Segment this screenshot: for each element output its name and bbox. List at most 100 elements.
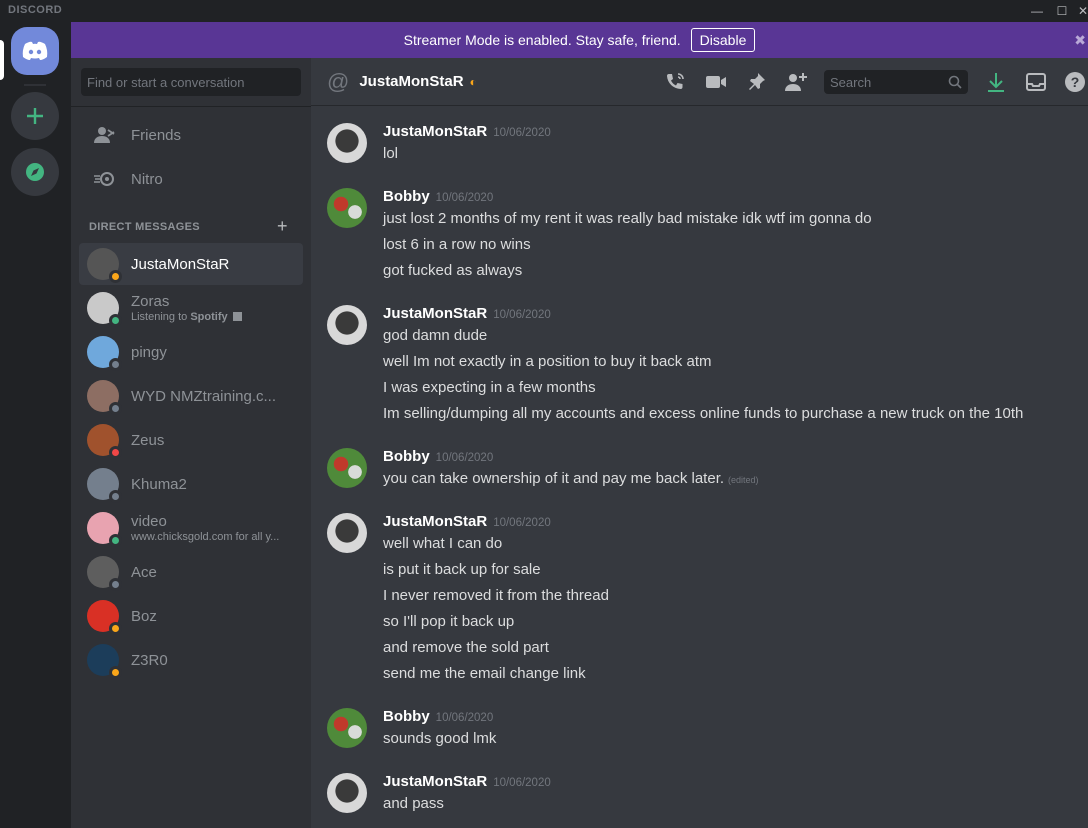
- message-header: Bobby 10/06/2020: [383, 448, 493, 466]
- message-content: just lost 2 months of my rent it was rea…: [383, 210, 872, 227]
- message-author[interactable]: JustaMonStaR: [383, 123, 487, 140]
- dm-name: video: [131, 513, 167, 530]
- message-timestamp: 10/06/2020: [493, 309, 551, 321]
- avatar: [87, 292, 122, 327]
- dm-item[interactable]: JustaMonStaR: [79, 243, 303, 285]
- message-content: you can take ownership of it and pay me …: [383, 470, 725, 487]
- message-avatar[interactable]: [327, 513, 367, 553]
- message-text: send me the email change link: [383, 665, 586, 682]
- compass-icon: [26, 163, 44, 181]
- streamer-mode-banner: Streamer Mode is enabled. Stay safe, fri…: [71, 22, 1088, 58]
- message-header: JustaMonStaR 10/06/2020: [383, 305, 551, 323]
- chat-search-placeholder: Search: [830, 75, 872, 90]
- dm-text: Khuma2: [131, 476, 187, 493]
- dm-item[interactable]: Boz: [79, 595, 303, 637]
- message-timestamp: 10/06/2020: [435, 192, 494, 204]
- message-author[interactable]: Bobby: [383, 188, 430, 205]
- avatar: [87, 380, 122, 415]
- banner-close-icon[interactable]: ✖: [1074, 32, 1086, 49]
- dm-name: Z3R0: [131, 651, 168, 669]
- create-dm-plus-icon[interactable]: +: [277, 216, 288, 237]
- message-avatar[interactable]: [327, 773, 367, 813]
- message-avatar[interactable]: [327, 188, 367, 228]
- download-icon[interactable]: [984, 70, 1008, 94]
- disable-streamer-button[interactable]: Disable: [690, 28, 756, 52]
- message-text: well Im not exactly in a position to buy…: [383, 353, 711, 370]
- status-idle-icon: [109, 270, 122, 283]
- dm-name: Ace: [131, 563, 157, 581]
- dm-item[interactable]: Khuma2: [79, 463, 303, 505]
- explore-servers-button[interactable]: [11, 148, 59, 196]
- message-author[interactable]: JustaMonStaR: [383, 773, 487, 790]
- app-wordmark: DISCORD: [8, 4, 63, 16]
- message-author[interactable]: JustaMonStaR: [383, 305, 487, 322]
- nav-nitro[interactable]: Nitro: [79, 158, 303, 200]
- status-dnd-icon: [109, 446, 122, 459]
- dm-item[interactable]: WYD NMZtraining.c...: [79, 375, 303, 417]
- dm-text: Zeus: [131, 432, 164, 449]
- dm-item[interactable]: pingy: [79, 331, 303, 373]
- message-avatar[interactable]: [327, 708, 367, 748]
- message-text: sounds good lmk: [383, 730, 496, 747]
- message-text: I never removed it from the thread: [383, 587, 609, 604]
- message-header: Bobby 10/06/2020: [383, 188, 493, 206]
- status-offline-icon: [109, 578, 122, 591]
- message-content: got fucked as always: [383, 262, 523, 279]
- dm-name: Zeus: [131, 431, 165, 449]
- home-button[interactable]: [11, 27, 59, 75]
- message-list: JustaMonStaR 10/06/2020 lol Bobby 10/06/2020…: [311, 107, 1088, 828]
- message-author[interactable]: Bobby: [383, 448, 430, 465]
- dm-item[interactable]: video www.chicksgold.com for all y...: [79, 507, 303, 549]
- dm-activity: www.chicksgold.com for all y...: [131, 531, 280, 543]
- activity-app: Spotify: [190, 311, 228, 323]
- title-bar: DISCORD — ☐ ✕: [0, 0, 1088, 22]
- dm-item[interactable]: Z3R0: [79, 639, 303, 681]
- message-avatar[interactable]: [327, 123, 367, 163]
- avatar: [87, 556, 122, 591]
- add-friend-to-dm-icon[interactable]: [784, 70, 808, 94]
- message-author[interactable]: Bobby: [383, 708, 430, 725]
- dm-name: Zoras: [131, 293, 170, 310]
- message-text: I was expecting in a few months: [383, 379, 596, 396]
- status-idle-icon: [109, 666, 122, 679]
- minimize-button[interactable]: —: [1026, 2, 1048, 20]
- message-text: and remove the sold part: [383, 639, 549, 656]
- chat-search-input[interactable]: Search: [824, 70, 968, 94]
- find-conversation-input[interactable]: Find or start a conversation: [81, 68, 301, 96]
- help-icon[interactable]: ?: [1063, 70, 1087, 94]
- dm-text: Zoras Listening to Spotify: [131, 293, 242, 323]
- inbox-icon[interactable]: [1024, 70, 1048, 94]
- edited-tag: (edited): [728, 475, 759, 485]
- dm-text: Z3R0: [131, 652, 168, 669]
- avatar: [87, 644, 122, 679]
- message-content: send me the email change link: [383, 665, 586, 682]
- dm-item[interactable]: Zeus: [79, 419, 303, 461]
- status-offline-icon: [109, 402, 122, 415]
- voice-call-icon[interactable]: [663, 70, 687, 94]
- message-avatar[interactable]: [327, 448, 367, 488]
- direct-messages-header: DIRECT MESSAGES: [89, 221, 200, 233]
- dm-text: video www.chicksgold.com for all y...: [131, 513, 279, 543]
- nav-friends-label: Friends: [131, 126, 182, 144]
- message-header: JustaMonStaR 10/06/2020: [383, 773, 551, 791]
- dm-item[interactable]: Ace: [79, 551, 303, 593]
- plus-icon: [27, 108, 43, 124]
- message-header: Bobby 10/06/2020: [383, 708, 493, 726]
- dm-text: Boz: [131, 608, 157, 625]
- close-window-button[interactable]: ✕: [1072, 2, 1088, 20]
- banner-text: Streamer Mode is enabled. Stay safe, fri…: [403, 32, 681, 48]
- chat-area: @ JustaMonStaR ◐ Search ? JustaMonStaR 10…: [311, 58, 1088, 828]
- dm-item[interactable]: Zoras Listening to Spotify: [79, 287, 303, 329]
- message-author[interactable]: JustaMonStaR: [383, 513, 487, 530]
- nav-friends[interactable]: Friends: [79, 114, 303, 156]
- video-call-icon[interactable]: [704, 70, 728, 94]
- add-server-button[interactable]: [11, 92, 59, 140]
- message-avatar[interactable]: [327, 305, 367, 345]
- dm-panel: Find or start a conversation Friends Nit…: [71, 58, 311, 828]
- svg-text:?: ?: [1071, 74, 1080, 90]
- pin-icon[interactable]: [744, 70, 768, 94]
- maximize-button[interactable]: ☐: [1051, 2, 1073, 20]
- discord-logo-icon: [22, 41, 48, 60]
- message-text: got fucked as always: [383, 262, 522, 279]
- message-text: lol: [383, 145, 398, 162]
